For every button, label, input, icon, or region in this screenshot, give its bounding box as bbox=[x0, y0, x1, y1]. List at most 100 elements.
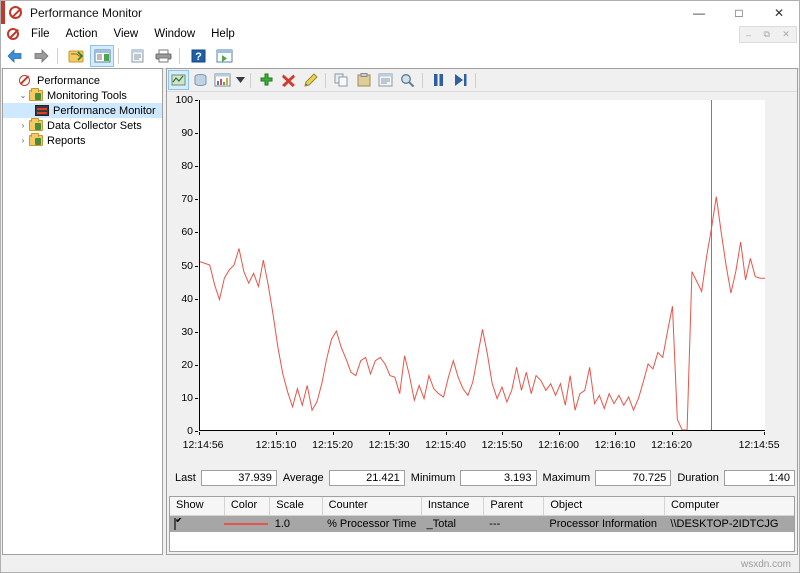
print-icon[interactable] bbox=[151, 45, 175, 67]
instance-cell: _Total bbox=[421, 518, 484, 530]
counter-cell: % Processor Time bbox=[321, 518, 421, 530]
copy-properties-icon[interactable] bbox=[331, 70, 352, 90]
show-checkbox[interactable] bbox=[174, 518, 176, 530]
parent-cell: --- bbox=[483, 518, 543, 530]
y-axis-tick-label: 60 bbox=[169, 226, 193, 238]
y-axis-tick-label: 100 bbox=[169, 94, 193, 106]
delete-counter-icon[interactable] bbox=[278, 70, 299, 90]
computer-cell: \\DESKTOP-2IDTCJG bbox=[664, 518, 794, 530]
window-title: Performance Monitor bbox=[30, 6, 142, 20]
statistics-bar: Last 37.939 Average 21.421 Minimum 3.193… bbox=[169, 468, 795, 488]
show-hide-console-tree-icon[interactable] bbox=[64, 45, 88, 67]
mdi-close-button[interactable]: ✕ bbox=[782, 29, 790, 40]
change-graph-type-dropdown-icon[interactable] bbox=[234, 70, 246, 90]
properties-icon[interactable] bbox=[375, 70, 396, 90]
x-axis-tick bbox=[502, 432, 503, 435]
back-icon[interactable] bbox=[3, 45, 27, 67]
close-button[interactable]: ✕ bbox=[759, 1, 799, 24]
tree-item-label: Monitoring Tools bbox=[47, 90, 127, 102]
new-window-icon[interactable] bbox=[212, 45, 236, 67]
no-entry-icon bbox=[19, 74, 34, 87]
graph-pane: 0102030405060708090100 12:14:5612:15:101… bbox=[166, 68, 798, 555]
watermark: wsxdn.com bbox=[741, 559, 791, 570]
x-axis-tick-label: 12:15:40 bbox=[425, 439, 466, 451]
y-axis-tick bbox=[195, 166, 198, 167]
column-header-show[interactable]: Show bbox=[170, 497, 225, 515]
y-axis-tick bbox=[195, 100, 198, 101]
y-axis-tick-label: 70 bbox=[169, 193, 193, 205]
view-log-data-icon[interactable] bbox=[190, 70, 211, 90]
color-swatch-cell bbox=[224, 523, 269, 525]
menu-item-window[interactable]: Window bbox=[146, 26, 203, 42]
x-axis-tick-label: 12:15:20 bbox=[312, 439, 353, 451]
y-axis-tick bbox=[195, 299, 198, 300]
menu-item-help[interactable]: Help bbox=[203, 26, 243, 42]
freeze-display-icon[interactable] bbox=[428, 70, 449, 90]
y-axis-tick-label: 80 bbox=[169, 160, 193, 172]
menu-item-file[interactable]: File bbox=[23, 26, 58, 42]
chart-plot-region[interactable] bbox=[199, 100, 765, 431]
menu-item-action[interactable]: Action bbox=[58, 26, 106, 42]
minimize-button[interactable]: — bbox=[679, 1, 719, 24]
view-current-activity-icon[interactable] bbox=[168, 70, 189, 90]
chevron-down-icon[interactable]: ⌄ bbox=[17, 90, 29, 102]
toolbar-separator bbox=[118, 48, 119, 64]
menu-item-view[interactable]: View bbox=[106, 26, 147, 42]
paste-counter-list-icon[interactable] bbox=[353, 70, 374, 90]
column-header-object[interactable]: Object bbox=[544, 497, 665, 515]
x-axis-tick-label: 12:16:20 bbox=[651, 439, 692, 451]
column-header-color[interactable]: Color bbox=[225, 497, 270, 515]
x-axis-tick-label: 12:15:30 bbox=[369, 439, 410, 451]
toolbar-separator bbox=[422, 73, 423, 88]
column-header-computer[interactable]: Computer bbox=[665, 497, 794, 515]
title-accent-bar bbox=[1, 1, 5, 24]
column-header-counter[interactable]: Counter bbox=[323, 497, 422, 515]
show-hide-action-pane-icon[interactable] bbox=[90, 45, 114, 67]
folder-icon bbox=[29, 134, 44, 147]
chevron-right-icon[interactable]: › bbox=[17, 135, 29, 147]
chart-chip-icon bbox=[35, 104, 50, 117]
update-data-icon[interactable] bbox=[450, 70, 471, 90]
zoom-icon[interactable] bbox=[397, 70, 418, 90]
stat-value-last: 37.939 bbox=[201, 470, 277, 486]
add-counter-icon[interactable] bbox=[256, 70, 277, 90]
column-header-instance[interactable]: Instance bbox=[422, 497, 485, 515]
y-axis-tick-label: 30 bbox=[169, 326, 193, 338]
x-axis-tick-label: 12:15:50 bbox=[482, 439, 523, 451]
y-axis-tick bbox=[195, 133, 198, 134]
properties-icon[interactable] bbox=[125, 45, 149, 67]
column-header-parent[interactable]: Parent bbox=[484, 497, 544, 515]
chevron-right-icon[interactable]: › bbox=[17, 120, 29, 132]
main-toolbar: ? bbox=[1, 44, 799, 69]
object-cell: Processor Information bbox=[543, 518, 664, 530]
forward-icon[interactable] bbox=[29, 45, 53, 67]
highlight-icon[interactable] bbox=[300, 70, 321, 90]
performance-monitor-window: Performance Monitor — □ ✕ File Action Vi… bbox=[0, 0, 800, 573]
stat-value-minimum: 3.193 bbox=[460, 470, 536, 486]
cpu-usage-line-chart bbox=[200, 100, 765, 430]
mdi-minimize-button[interactable]: – bbox=[746, 30, 751, 40]
y-axis-tick bbox=[195, 232, 198, 233]
table-row[interactable]: 1.0 % Processor Time _Total --- Processo… bbox=[170, 516, 794, 532]
sidebar-item-monitoring-tools[interactable]: ⌄ Monitoring Tools bbox=[3, 88, 162, 103]
sidebar-item-reports[interactable]: › Reports bbox=[3, 133, 162, 148]
x-axis-tick bbox=[615, 432, 616, 435]
mdi-restore-button[interactable]: ⧉ bbox=[764, 29, 770, 40]
chart-area[interactable]: 0102030405060708090100 12:14:5612:15:101… bbox=[169, 93, 795, 533]
help-icon[interactable]: ? bbox=[186, 45, 210, 67]
counter-legend-table[interactable]: Show Color Scale Counter Instance Parent… bbox=[169, 496, 795, 552]
show-checkbox-cell[interactable] bbox=[170, 518, 224, 530]
tree-twisty[interactable] bbox=[7, 75, 19, 87]
console-tree: Performance ⌄ Monitoring Tools Performan… bbox=[2, 68, 163, 555]
stat-label-maximum: Maximum bbox=[543, 472, 591, 484]
maximize-button[interactable]: □ bbox=[719, 1, 759, 24]
sidebar-item-data-collector-sets[interactable]: › Data Collector Sets bbox=[3, 118, 162, 133]
sidebar-item-performance[interactable]: Performance bbox=[3, 73, 162, 88]
y-axis-tick-label: 90 bbox=[169, 127, 193, 139]
tree-item-label: Performance Monitor bbox=[53, 105, 156, 117]
x-axis-tick bbox=[389, 432, 390, 435]
change-graph-type-icon[interactable] bbox=[212, 70, 233, 90]
sidebar-item-performance-monitor[interactable]: Performance Monitor bbox=[3, 103, 162, 118]
y-axis-tick bbox=[195, 431, 198, 432]
column-header-scale[interactable]: Scale bbox=[270, 497, 322, 515]
